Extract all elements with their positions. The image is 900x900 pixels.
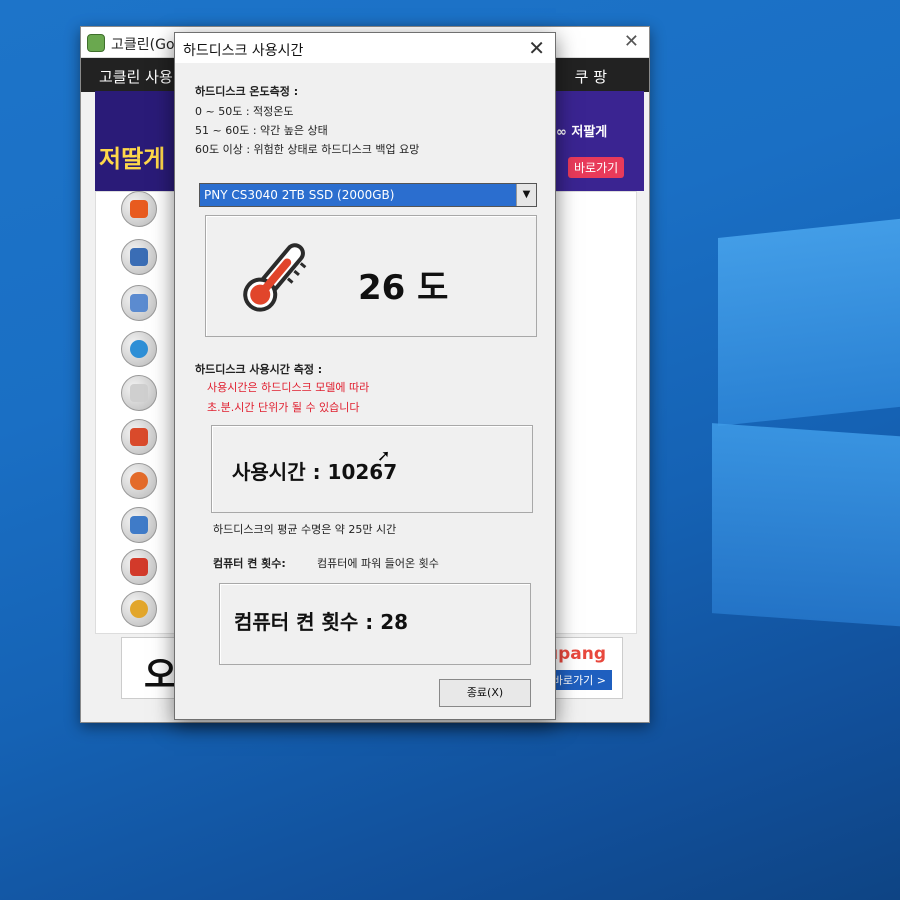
temperature-value: 26 도 [358,268,449,308]
lifespan-note: 하드디스크의 평균 수명은 약 25만 시간 [213,523,397,536]
coupang-goto-button[interactable]: 바로가기 > [546,670,612,690]
usage-note-1: 사용시간은 하드디스크 모델에 따라 [207,381,370,394]
upgrade-icon[interactable] [121,507,157,543]
menu-item-usage[interactable]: 고클린 사용 [99,66,173,87]
usage-heading: 하드디스크 사용시간 측정 : [195,363,323,376]
power-count-heading: 컴퓨터 켠 횟수: [213,557,286,570]
close-button[interactable]: 종료(X) [439,679,531,707]
power-count-note: 컴퓨터에 파워 들어온 횟수 [317,557,439,570]
magnifier-icon[interactable] [121,463,157,499]
document-icon[interactable] [121,375,157,411]
desktop-logo-pane-top [718,218,900,426]
close-icon[interactable]: ✕ [624,31,639,52]
usage-hours-value: 사용시간 : 10267 [232,460,398,484]
chevron-down-icon[interactable]: ▼ [516,184,536,206]
hdd-usage-dialog: 하드디스크 사용시간 ✕ 하드디스크 온도측정 : 0 ~ 50도 : 적정온도… [174,32,556,720]
drive-select[interactable]: PNY CS3040 2TB SSD (2000GB) ▼ [199,183,537,207]
dialog-titlebar[interactable]: 하드디스크 사용시간 ✕ [175,33,555,63]
ad-banner-left[interactable]: 저딸게 [95,91,175,191]
power-count-panel: 컴퓨터 켠 횟수 : 28 [219,583,531,665]
desktop-logo-pane-bottom [712,423,900,627]
temperature-panel: 26 도 [205,215,537,337]
drive-select-value[interactable]: PNY CS3040 2TB SSD (2000GB) [200,184,516,206]
thermometer-icon [243,243,307,312]
delete-icon[interactable] [121,549,157,585]
menu-item-coupang[interactable]: 쿠 팡 [575,66,607,87]
monitor-icon[interactable] [121,239,157,275]
clock-icon[interactable] [121,285,157,321]
power-count-value: 컴퓨터 켠 횟수 : 28 [234,610,409,634]
mouse-cursor-icon: ➚ [377,446,391,465]
temp-range-high: 51 ~ 60도 : 약간 높은 상태 [195,124,328,137]
sleep-icon[interactable] [121,591,157,627]
banner-right-logo: ∞ 저팔게 [556,125,608,140]
temp-heading: 하드디스크 온도측정 : [195,85,299,98]
gear-icon[interactable] [121,191,157,227]
usage-note-2: 초.분.시간 단위가 될 수 있습니다 [207,401,360,414]
temp-range-danger: 60도 이상 : 위험한 상태로 하드디스크 백업 요망 [195,143,420,156]
internet-explorer-icon[interactable] [121,331,157,367]
usage-hours-panel: 사용시간 : 10267 [211,425,533,513]
app-icon [87,34,105,52]
ad-banner-right[interactable]: ∞ 저팔게 바로가기 [552,91,644,191]
banner-goto-button[interactable]: 바로가기 [568,157,625,178]
temp-range-normal: 0 ~ 50도 : 적정온도 [195,105,294,118]
dialog-title: 하드디스크 사용시간 [183,43,304,59]
main-window-title: 고클린(Go [111,37,175,53]
banner-left-text: 저딸게 [99,145,166,173]
close-icon[interactable]: ✕ [528,36,545,60]
checklist-icon[interactable] [121,419,157,455]
